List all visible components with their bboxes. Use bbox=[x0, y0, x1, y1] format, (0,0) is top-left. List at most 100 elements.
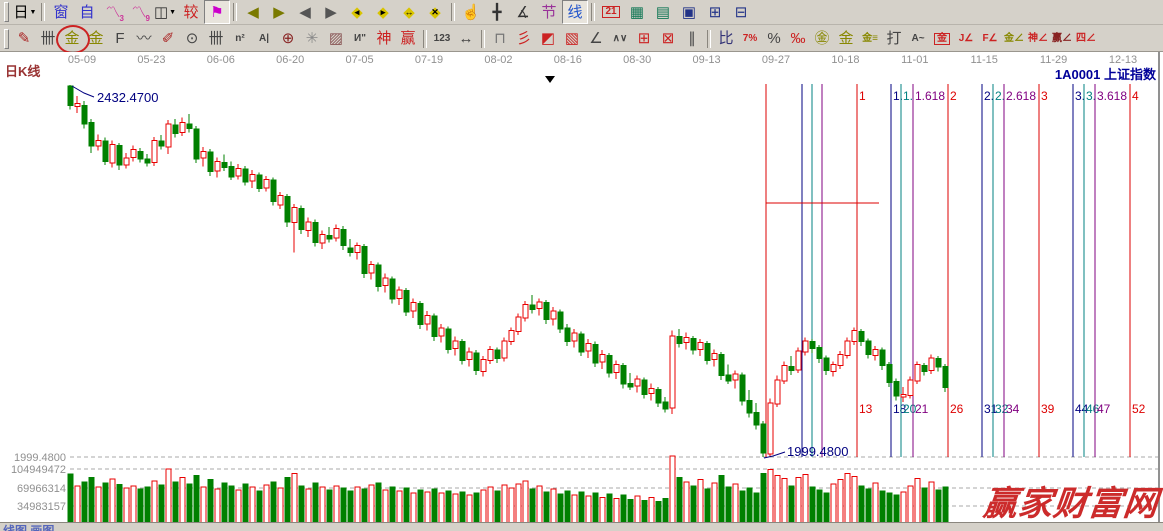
candle-body[interactable] bbox=[936, 359, 941, 368]
candle-body[interactable] bbox=[327, 235, 332, 238]
candle-body[interactable] bbox=[887, 365, 892, 383]
candle-body[interactable] bbox=[397, 290, 402, 299]
candle-body[interactable] bbox=[817, 348, 822, 359]
ratio-compare-button[interactable]: 比 bbox=[714, 27, 738, 51]
candle-body[interactable] bbox=[481, 360, 486, 372]
candle-body[interactable] bbox=[824, 358, 829, 371]
candle-body[interactable] bbox=[271, 180, 276, 201]
candle-body[interactable] bbox=[537, 302, 542, 309]
candle-body[interactable] bbox=[600, 354, 605, 362]
candle-body[interactable] bbox=[705, 343, 710, 360]
candle-body[interactable] bbox=[117, 145, 122, 165]
permille-button[interactable]: ‰ bbox=[786, 27, 810, 51]
candle-body[interactable] bbox=[635, 379, 640, 386]
candle-body[interactable] bbox=[446, 329, 451, 349]
candle-body[interactable] bbox=[796, 351, 801, 370]
candle-body[interactable] bbox=[642, 380, 647, 394]
candle-body[interactable] bbox=[313, 223, 318, 243]
candle-body[interactable] bbox=[719, 354, 724, 375]
candle-body[interactable] bbox=[208, 152, 213, 172]
angle-four-button[interactable]: 四∠ bbox=[1074, 27, 1098, 51]
marker-pen-button[interactable]: ✐ bbox=[156, 27, 180, 51]
candle-body[interactable] bbox=[257, 175, 262, 189]
candle-body[interactable] bbox=[579, 334, 584, 352]
last-page-button[interactable]: ▶ bbox=[266, 0, 292, 24]
chart-area[interactable]: 05-0905-2306-0606-2007-0507-1908-0208-16… bbox=[0, 52, 1163, 522]
kline-chart[interactable]: 05-0905-2306-0606-2007-0507-1908-0208-16… bbox=[0, 52, 1163, 522]
frame-tool-button[interactable]: ⊓ bbox=[488, 27, 512, 51]
candle-body[interactable] bbox=[768, 403, 773, 454]
candle-body[interactable] bbox=[670, 336, 675, 408]
square-n2-button[interactable]: n² bbox=[228, 27, 252, 51]
wave-count-button[interactable]: И" bbox=[348, 27, 372, 51]
candle-body[interactable] bbox=[453, 341, 458, 349]
candle-body[interactable] bbox=[201, 151, 206, 158]
candle-body[interactable] bbox=[474, 353, 479, 371]
gann-node-button[interactable]: 节 bbox=[536, 0, 562, 24]
candle-body[interactable] bbox=[362, 247, 367, 274]
pen-plus-button[interactable]: 打 bbox=[882, 27, 906, 51]
save-button[interactable]: ▣ bbox=[676, 0, 702, 24]
draw-pen-button[interactable]: ✎ bbox=[12, 27, 36, 51]
candle-body[interactable] bbox=[369, 264, 374, 273]
candle-body[interactable] bbox=[810, 342, 815, 349]
fan-box-2-button[interactable]: ▧ bbox=[560, 27, 584, 51]
time-cycle-clock-button[interactable]: ⊙ bbox=[180, 27, 204, 51]
percent-band-button[interactable]: 7% bbox=[738, 27, 762, 51]
candle-body[interactable] bbox=[852, 331, 857, 342]
gold-section-2-button[interactable]: 金 bbox=[84, 27, 108, 51]
candle-body[interactable] bbox=[187, 124, 192, 128]
candle-body[interactable] bbox=[166, 124, 171, 147]
candle-body[interactable] bbox=[663, 402, 668, 409]
candle-body[interactable] bbox=[124, 158, 129, 165]
candle-body[interactable] bbox=[264, 179, 269, 188]
candle-body[interactable] bbox=[229, 167, 234, 177]
candle-body[interactable] bbox=[383, 278, 388, 286]
gann-hash-2-button[interactable]: 卌 bbox=[204, 27, 228, 51]
measure-width-button[interactable]: ↔ bbox=[454, 27, 478, 51]
notes-button[interactable]: ▤ bbox=[650, 0, 676, 24]
candle-body[interactable] bbox=[698, 343, 703, 350]
candle-body[interactable] bbox=[649, 388, 654, 393]
candle-body[interactable] bbox=[110, 145, 115, 164]
gann-hash-1-button[interactable]: 卌 bbox=[36, 27, 60, 51]
zigzag-wave-button[interactable]: ∧∨ bbox=[608, 27, 632, 51]
scroll-right-button[interactable]: ◆▸ bbox=[370, 0, 396, 24]
candle-body[interactable] bbox=[656, 389, 661, 403]
candle-body[interactable] bbox=[194, 129, 199, 159]
candle-body[interactable] bbox=[299, 208, 304, 229]
candle-body[interactable] bbox=[390, 279, 395, 299]
candle-body[interactable] bbox=[733, 374, 738, 380]
trend-angle-button[interactable]: ∠ bbox=[584, 27, 608, 51]
angle-shen-button[interactable]: 神∠ bbox=[1026, 27, 1050, 51]
candle-body[interactable] bbox=[684, 337, 689, 342]
gold-box-button[interactable]: 金 bbox=[930, 27, 954, 51]
line-draw-button[interactable]: 线 bbox=[562, 0, 588, 24]
candle-body[interactable] bbox=[866, 341, 871, 355]
angle-j-button[interactable]: J∠ bbox=[954, 27, 978, 51]
wave-a-button[interactable]: A~ bbox=[906, 27, 930, 51]
candle-body[interactable] bbox=[425, 315, 430, 324]
candle-body[interactable] bbox=[775, 380, 780, 404]
candle-body[interactable] bbox=[859, 332, 864, 342]
indicator-flag-button[interactable]: ⚑ bbox=[204, 0, 230, 24]
candle-body[interactable] bbox=[488, 349, 493, 360]
gold-level-button[interactable]: 金 bbox=[834, 27, 858, 51]
candle-body[interactable] bbox=[404, 291, 409, 312]
candle-body[interactable] bbox=[880, 350, 885, 365]
candle-body[interactable] bbox=[152, 140, 157, 162]
candle-body[interactable] bbox=[894, 382, 899, 396]
star-grid-button[interactable]: ✳ bbox=[300, 27, 324, 51]
candle-body[interactable] bbox=[929, 358, 934, 371]
candle-body[interactable] bbox=[348, 248, 353, 252]
candle-body[interactable] bbox=[621, 366, 626, 385]
candle-body[interactable] bbox=[103, 141, 108, 161]
candle-body[interactable] bbox=[572, 333, 577, 341]
candle-body[interactable] bbox=[544, 303, 549, 320]
compare-stock-button[interactable]: 较 bbox=[178, 0, 204, 24]
candle-body[interactable] bbox=[712, 354, 717, 360]
zoom-horizontal-button[interactable]: ◆↔ bbox=[396, 0, 422, 24]
candle-body[interactable] bbox=[754, 412, 759, 425]
export-button[interactable]: ⊞ bbox=[702, 0, 728, 24]
candle-body[interactable] bbox=[215, 162, 220, 171]
